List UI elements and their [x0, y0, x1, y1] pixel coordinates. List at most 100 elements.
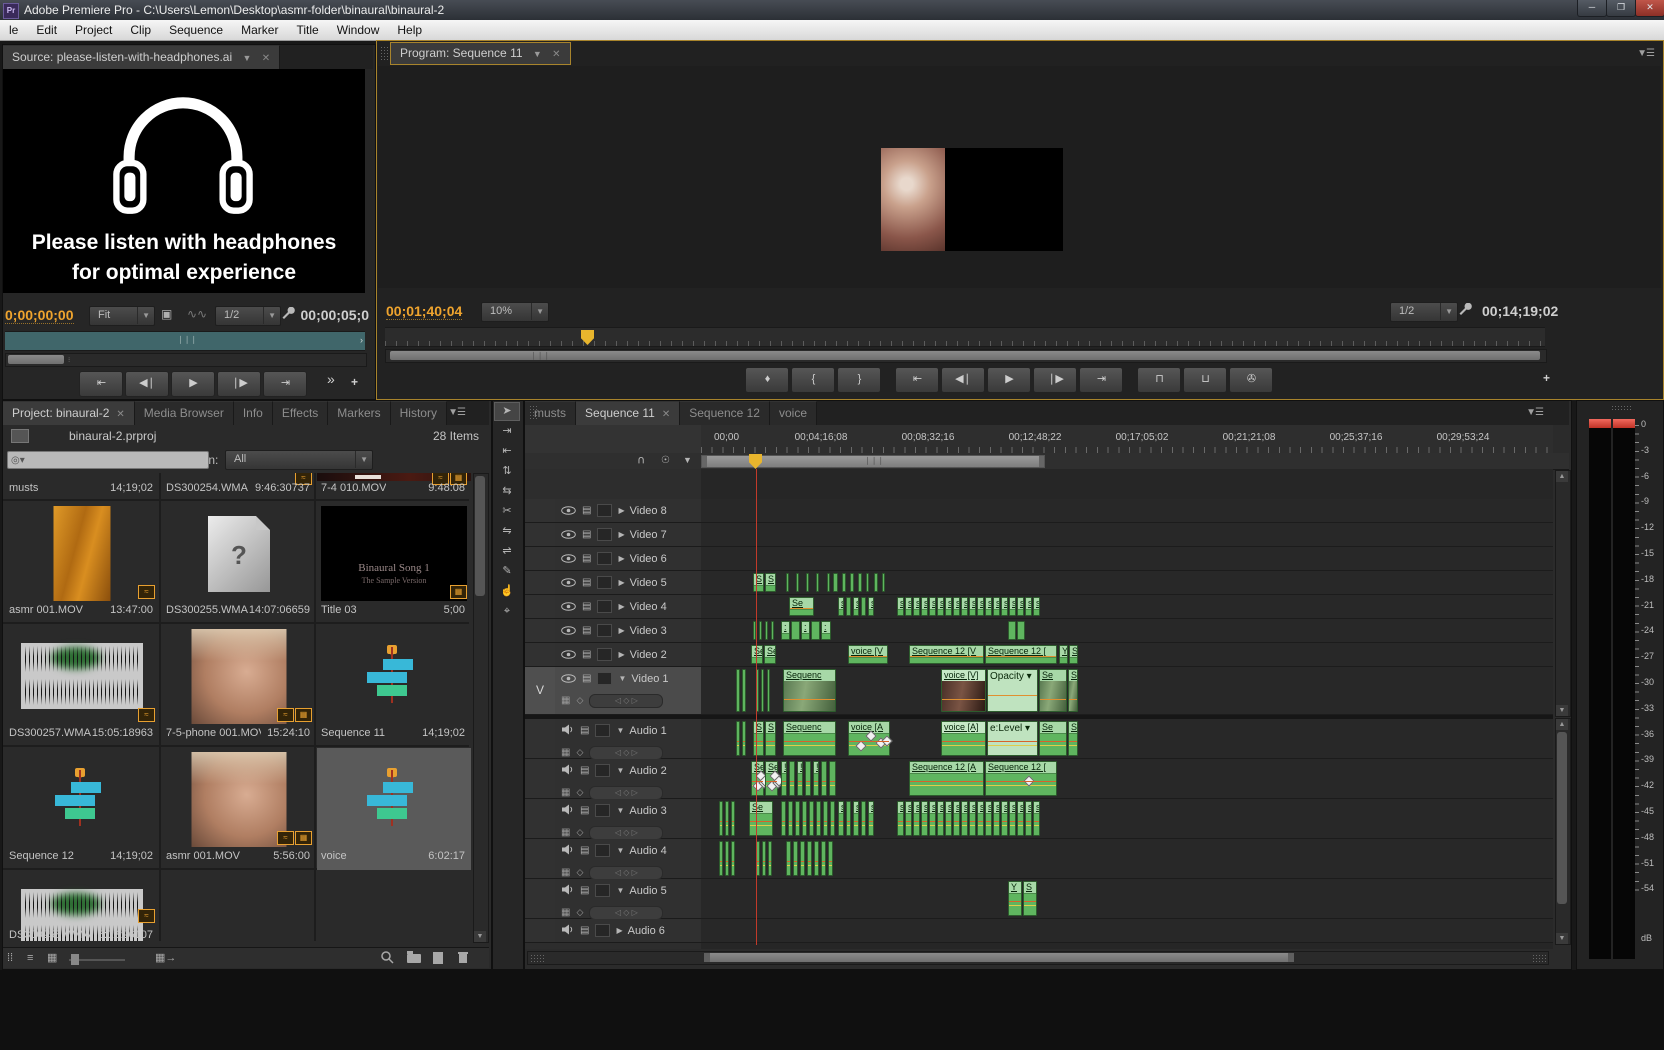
clip-s[interactable]: S — [765, 573, 776, 592]
restore-button[interactable]: ❐ — [1606, 0, 1636, 17]
clip[interactable] — [759, 621, 762, 640]
track-lane-video-4[interactable]: Sesssssssssssssssssssss — [701, 595, 1553, 619]
clip-se[interactable]: Se — [749, 801, 773, 836]
goto-in-button[interactable]: ⇤ — [895, 367, 939, 393]
keyframe-nav[interactable]: ◁ ◇ ▷ — [589, 826, 663, 840]
clip-s[interactable]: s — [993, 801, 1000, 836]
tab-history[interactable]: History — [391, 401, 447, 425]
sync-lock-icon[interactable]: ▤ — [582, 673, 591, 684]
clip-sequence-12-[interactable]: Sequence 12 [ — [985, 761, 1057, 796]
clip[interactable] — [781, 801, 786, 836]
clip-s[interactable]: s — [905, 801, 912, 836]
item-thumbnail[interactable]: ▦≈ — [162, 752, 316, 847]
track-header-video-8[interactable]: ▤▶Video 8 — [555, 499, 701, 523]
clip-s[interactable]: S — [753, 573, 764, 592]
razor-tool[interactable]: ✂ — [494, 502, 520, 521]
clip[interactable] — [719, 841, 723, 876]
target-track-box[interactable] — [597, 576, 612, 589]
clip[interactable] — [767, 669, 770, 712]
target-track-box[interactable] — [595, 884, 610, 897]
item-thumbnail[interactable] — [5, 752, 159, 847]
target-track-box[interactable] — [597, 600, 612, 613]
target-track-box[interactable] — [597, 504, 612, 517]
program-quality-dropdown[interactable]: 1/2▼ — [1390, 302, 1458, 322]
item-thumbnail[interactable]: Binaural Song 1The Sample Version▦ — [317, 506, 471, 601]
tab-effects[interactable]: Effects — [273, 401, 328, 425]
expand-arrow-icon[interactable]: ▶ — [618, 626, 624, 635]
clip-sequence-12-a[interactable]: Sequence 12 [A — [909, 761, 984, 796]
clip-s[interactable]: s — [1025, 597, 1032, 616]
clip[interactable] — [768, 841, 772, 876]
clip[interactable] — [765, 621, 768, 640]
source-scrollbar-thumb[interactable] — [8, 355, 64, 364]
clip[interactable] — [802, 801, 807, 836]
toggle-output-speaker-icon[interactable] — [561, 804, 574, 818]
clip-s[interactable]: s — [897, 801, 904, 836]
clip-y[interactable]: Y — [1008, 881, 1022, 916]
clip[interactable] — [833, 573, 838, 592]
clip[interactable] — [1017, 621, 1025, 640]
clip-s[interactable]: S — [753, 721, 764, 756]
expand-arrow-icon[interactable]: ▼ — [616, 886, 624, 895]
clip-s[interactable]: s — [897, 597, 904, 616]
clip[interactable] — [800, 841, 805, 876]
clip--[interactable]: ! — [797, 761, 803, 796]
track-header-video-3[interactable]: ▤▶Video 3 — [555, 619, 701, 643]
toggle-output-speaker-icon[interactable] — [561, 844, 574, 858]
source-quality-dropdown[interactable]: 1/2▼ — [215, 306, 281, 326]
menu-window[interactable]: Window — [328, 20, 389, 40]
snap-toggle-icon[interactable]: ∪ — [637, 454, 645, 467]
hscroll-left-handle[interactable] — [704, 953, 710, 962]
track-header-video-5[interactable]: ▤▶Video 5 — [555, 571, 701, 595]
item-thumbnail[interactable]: ? — [162, 506, 316, 601]
clip[interactable] — [842, 573, 846, 592]
keyframe-diamond-icon[interactable]: ◇ — [576, 787, 583, 798]
clip[interactable] — [827, 573, 830, 592]
extract-button[interactable]: ⊔ — [1183, 367, 1227, 393]
track-lane-video-1[interactable]: Sequencvoice [V]Opacity ▾SeS — [701, 667, 1553, 715]
clip-s[interactable]: s — [1025, 801, 1032, 836]
clip-se[interactable]: Se — [764, 645, 776, 664]
keyframe-nav[interactable]: ◁ ◇ ▷ — [589, 746, 663, 760]
target-track-box[interactable] — [595, 724, 610, 737]
clip-sequenc[interactable]: Sequenc — [783, 721, 836, 756]
clip-s[interactable]: s — [945, 597, 952, 616]
keyframe-diamond-icon[interactable]: ◇ — [576, 867, 583, 878]
clip-s[interactable]: s — [977, 597, 984, 616]
more-buttons-icon[interactable]: » — [327, 371, 335, 387]
new-bin-icon[interactable] — [407, 954, 421, 963]
target-track-box[interactable] — [595, 924, 610, 937]
clip[interactable] — [762, 841, 766, 876]
sync-lock-icon[interactable]: ▤ — [580, 885, 589, 896]
output-settings-icon[interactable]: ▣ — [161, 307, 172, 321]
expand-arrow-icon[interactable]: ▼ — [618, 674, 626, 683]
ripple-edit-tool[interactable]: ⇤ — [494, 442, 520, 461]
close-tab-icon[interactable]: ✕ — [552, 49, 560, 60]
menu-sequence[interactable]: Sequence — [160, 20, 232, 40]
clip[interactable] — [882, 573, 885, 592]
scroll-up-icon[interactable]: ▲ — [1556, 719, 1568, 730]
clip-s[interactable]: s — [1017, 597, 1024, 616]
tab-sequence-12[interactable]: Sequence 12 — [680, 401, 770, 425]
target-track-box[interactable] — [597, 672, 612, 685]
clip-s[interactable]: S — [1068, 669, 1078, 712]
target-track-box[interactable] — [595, 804, 610, 817]
program-zoom-dropdown[interactable]: 10%▼ — [481, 302, 549, 322]
clip[interactable] — [736, 721, 740, 756]
program-timecode[interactable]: 00;01;40;04 — [386, 303, 462, 320]
expand-arrow-icon[interactable]: ▶ — [618, 578, 624, 587]
clip--[interactable]: : — [821, 621, 831, 640]
clip[interactable] — [805, 761, 811, 796]
clip-s[interactable]: S — [1068, 721, 1078, 756]
sync-lock-icon[interactable]: ▤ — [582, 601, 591, 612]
track-lane-video-6[interactable] — [701, 547, 1553, 571]
waveform-style-icon[interactable]: ▦ — [561, 907, 570, 918]
keyframe-diamond-icon[interactable]: ◇ — [576, 907, 583, 918]
source-timecode[interactable]: 0;00;00;00 — [5, 307, 74, 324]
clip-s[interactable]: s — [929, 801, 936, 836]
clip[interactable] — [816, 801, 821, 836]
in-filter-dropdown[interactable]: All▼ — [225, 450, 373, 470]
export-frame-button[interactable]: ✇ — [1229, 367, 1273, 393]
waveform-style-icon[interactable]: ▦ — [561, 787, 570, 798]
target-track-box[interactable] — [597, 552, 612, 565]
